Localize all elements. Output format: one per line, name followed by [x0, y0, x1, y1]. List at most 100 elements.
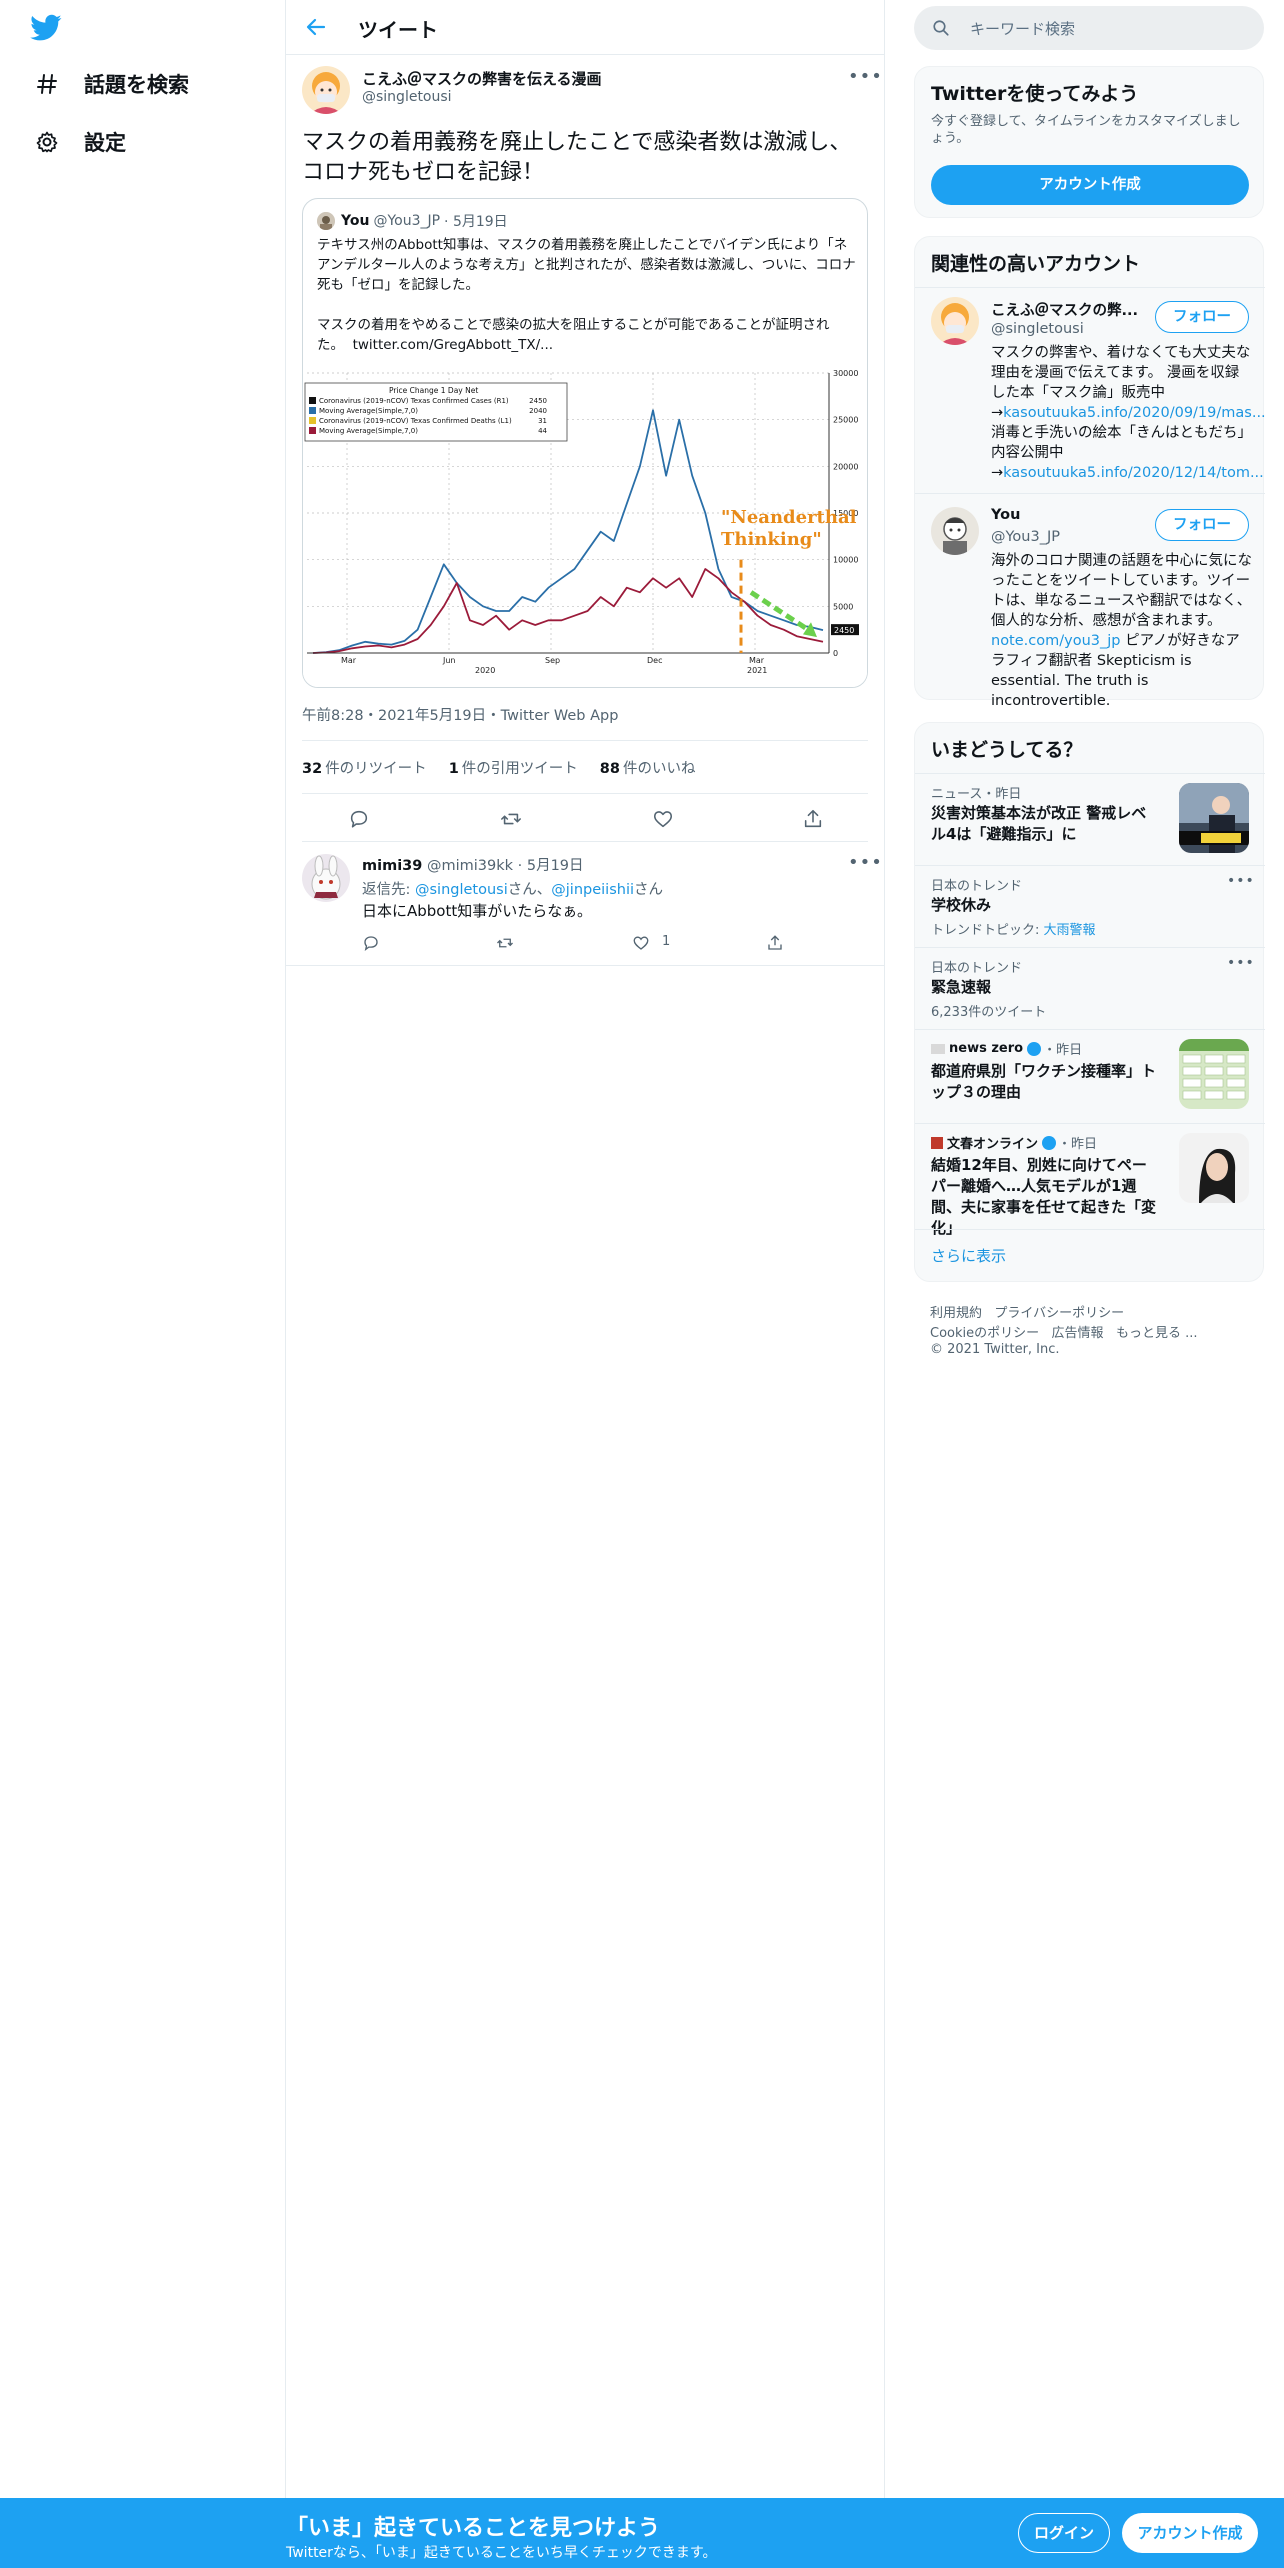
nav-settings-label: 設定: [84, 131, 126, 155]
reply-reply-icon[interactable]: [362, 934, 380, 952]
footer-row-1: 利用規約 プライバシーポリシー: [930, 1302, 1124, 1321]
create-account-button[interactable]: アカウント作成: [931, 165, 1249, 205]
trend-title-2: 学校休み: [931, 896, 992, 914]
main-column: ツイート こえふ＠マスクの弊害を伝える漫画 @singletousi ••• マ…: [286, 0, 884, 2500]
retweet-stat[interactable]: 32 件のリツイート: [302, 757, 427, 778]
reply-to-user1[interactable]: @singletousi: [415, 882, 508, 898]
reply-text: 日本にAbbott知事がいたらなぁ。: [362, 902, 592, 920]
legend-entry: Coronavirus (2019-nCOV) Texas Confirmed …: [319, 397, 509, 405]
search-icon: [933, 20, 949, 36]
divider: [915, 493, 1265, 494]
column-divider: [884, 0, 885, 2500]
author-avatar[interactable]: [302, 66, 350, 114]
reply-share-icon[interactable]: [766, 934, 784, 952]
x-tick-label: Sep: [545, 656, 560, 665]
nav-explore[interactable]: 話題を検索: [34, 64, 189, 104]
nav-settings[interactable]: 設定: [34, 122, 126, 162]
reply-avatar[interactable]: [302, 854, 350, 902]
trend-meta-5: 文春オンライン ・昨日: [931, 1133, 1097, 1152]
footer-more[interactable]: もっと見る ...: [1116, 1326, 1198, 1341]
login-button[interactable]: ログイン: [1018, 2513, 1110, 2553]
related-bio-1: マスクの弊害や、着けなくても大丈夫な理由を漫画で伝えてます。 漫画を収録した本「…: [991, 343, 1266, 483]
trend-time-5: ・昨日: [1058, 1137, 1098, 1152]
tweet-timestamp[interactable]: 午前8:28・2021年5月19日・Twitter Web App: [302, 704, 618, 725]
divider: [915, 773, 1265, 774]
reply-to-prefix: 返信先:: [362, 882, 415, 898]
trend-more-icon-2[interactable]: •••: [1227, 873, 1255, 889]
trend-time-4: ・昨日: [1043, 1043, 1083, 1058]
bottom-bar-title: 「いま」起きていることを見つけよう: [286, 2516, 661, 2541]
retweet-label: 件のリツイート: [325, 760, 427, 777]
trends-card: いまどうしてる？ ニュース・昨日 災害対策基本法が改正 警戒レベル4は「避難指示…: [914, 722, 1265, 1282]
twitter-logo-icon[interactable]: [30, 14, 62, 42]
trend-thumb-5: [1179, 1133, 1249, 1203]
author-handle[interactable]: @singletousi: [362, 89, 452, 105]
divider: [915, 1229, 1265, 1230]
follow-button-1[interactable]: フォロー: [1155, 301, 1249, 333]
reply-retweet-icon[interactable]: [496, 934, 514, 952]
back-arrow-icon[interactable]: [304, 15, 328, 39]
search-input[interactable]: キーワード検索: [970, 18, 1075, 39]
reply-to-user2[interactable]: @jinpeiishii: [551, 882, 634, 898]
quoted-text-p1: テキサス州のAbbott知事は、マスクの着用義務を廃止したことでバイデン氏により…: [317, 237, 856, 293]
legend-value: 2450: [529, 397, 547, 405]
reply-icon[interactable]: [348, 808, 370, 830]
quote-stat[interactable]: 1 件の引用ツイート: [449, 757, 578, 778]
related-bio-2-a: 海外のコロナ関連の話題を中心に気になったことをツイートしています。ツイートは、単…: [991, 553, 1252, 629]
like-count: 88: [599, 760, 620, 777]
trend-sub-2-link[interactable]: 大雨警報: [1044, 923, 1096, 938]
reply-date[interactable]: · 5月19日: [518, 858, 584, 874]
legend-swatch: [309, 417, 316, 424]
legend-entry: Moving Average(Simple,7,0): [319, 407, 418, 415]
footer-ads[interactable]: 広告情報: [1052, 1326, 1104, 1341]
trend-meta-2: 日本のトレンド: [931, 879, 1023, 894]
annotation-arrow-head: [803, 622, 817, 638]
reply-tweet[interactable]: mimi39 @mimi39kk · 5月19日 ••• 返信先: @singl…: [286, 842, 884, 966]
quoted-text: テキサス州のAbbott知事は、マスクの着用義務を廃止したことでバイデン氏により…: [317, 235, 857, 355]
y-tick-label: 30000: [833, 369, 858, 378]
related-bio-2: 海外のコロナ関連の話題を中心に気になったことをツイートしています。ツイートは、単…: [991, 551, 1253, 711]
more-options-icon[interactable]: •••: [848, 66, 883, 87]
related-accounts-card: 関連性の高いアカウント こえふ＠マスクの弊... @singletousi フォ…: [914, 236, 1266, 709]
trend-thumb-4: [1179, 1039, 1249, 1109]
divider: [915, 1123, 1265, 1124]
signup-button[interactable]: アカウント作成: [1122, 2513, 1258, 2553]
x-tick-label: Mar: [749, 656, 765, 665]
author-name[interactable]: こえふ＠マスクの弊害を伝える漫画: [362, 68, 602, 89]
related-bio-1-link-a[interactable]: kasoutuuka5.info/2020/09/19/mas...: [1003, 405, 1266, 421]
share-icon[interactable]: [802, 808, 824, 830]
nav-explore-label: 話題を検索: [84, 73, 189, 97]
quoted-tweet[interactable]: You @You3_JP · 5月19日 テキサス州のAbbott知事は、マスク…: [302, 198, 868, 688]
divider: [915, 1029, 1265, 1030]
legend-title: Price Change 1 Day Net: [389, 386, 478, 395]
x-tick-label: Jun: [442, 656, 456, 665]
search-box[interactable]: キーワード検索: [914, 6, 1264, 50]
footer-cookie[interactable]: Cookieのポリシー: [930, 1326, 1039, 1341]
reply-handle[interactable]: @mimi39kk: [427, 858, 513, 874]
show-more-link[interactable]: さらに表示: [931, 1245, 1006, 1266]
trend-more-icon-3[interactable]: •••: [1227, 955, 1255, 971]
trend-sub-3: 6,233件のツイート: [931, 1005, 1047, 1020]
related-avatar-2[interactable]: [931, 507, 979, 555]
related-bio-2-link[interactable]: note.com/you3_jp: [991, 633, 1120, 649]
related-bio-1-link-b[interactable]: kasoutuuka5.info/2020/12/14/tom...: [1003, 465, 1264, 481]
like-label: 件のいいね: [622, 760, 696, 777]
related-handle-2: @You3_JP: [991, 529, 1060, 545]
quoted-link[interactable]: twitter.com/GregAbbott_TX/...: [353, 337, 553, 353]
quoted-text-p2: マスクの着用をやめることで感染の拡大を阻止することが可能であることが証明された。…: [317, 315, 857, 355]
follow-button-2[interactable]: フォロー: [1155, 509, 1249, 541]
left-nav: 話題を検索 設定: [0, 0, 285, 2500]
reply-name[interactable]: mimi39: [362, 858, 422, 874]
quoted-handle: @You3_JP: [373, 213, 441, 229]
like-stat[interactable]: 88 件のいいね: [600, 757, 696, 778]
related-avatar-1[interactable]: [931, 297, 979, 345]
related-title: 関連性の高いアカウント: [931, 253, 1141, 275]
reply-more-options-icon[interactable]: •••: [848, 852, 883, 873]
retweet-icon[interactable]: [500, 808, 522, 830]
trend-source-4: news zero: [949, 1041, 1024, 1056]
reply-like-icon[interactable]: [632, 934, 650, 952]
footer-privacy[interactable]: プライバシーポリシー: [994, 1306, 1124, 1321]
like-icon[interactable]: [652, 808, 674, 830]
legend-value: 2040: [529, 407, 547, 415]
footer-terms[interactable]: 利用規約: [930, 1306, 982, 1321]
